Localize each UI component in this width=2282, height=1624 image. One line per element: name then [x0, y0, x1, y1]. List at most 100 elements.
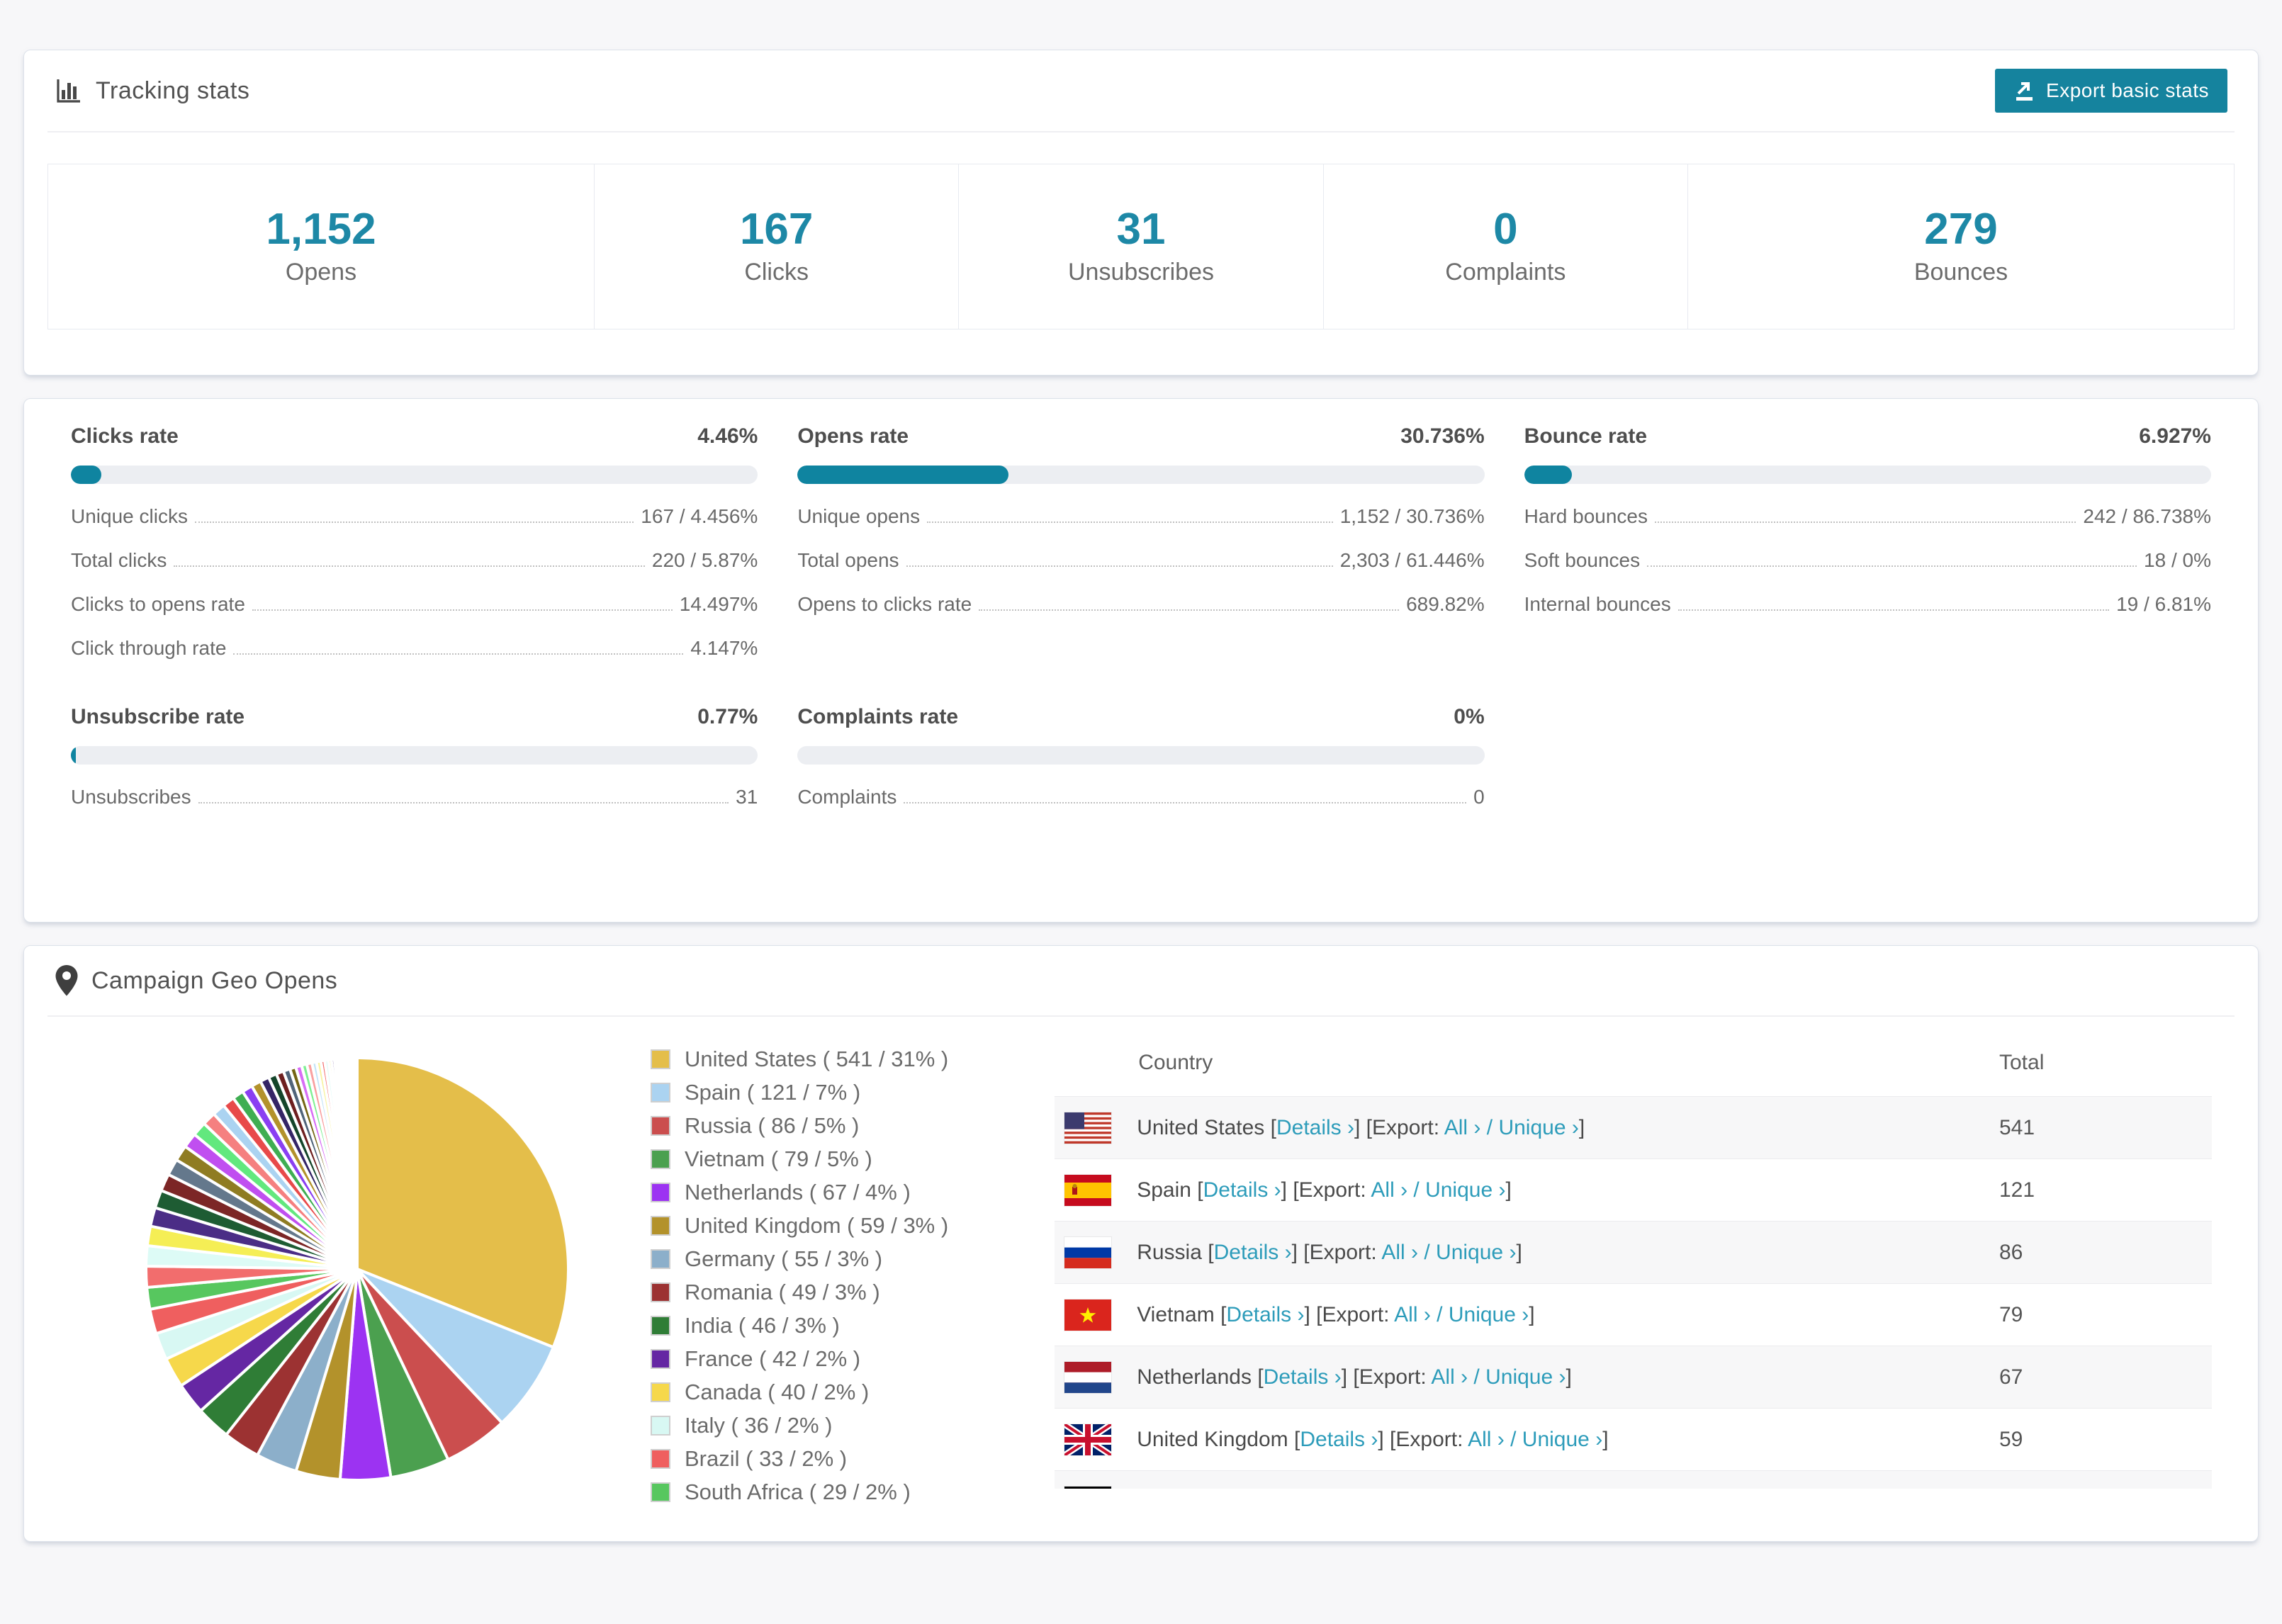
- legend-label: Netherlands ( 67 / 4% ): [685, 1180, 911, 1205]
- country-export-unique-link[interactable]: Unique ›: [1498, 1116, 1578, 1139]
- rate-detail-label: Unsubscribes: [71, 786, 191, 808]
- rate-title: Complaints rate: [797, 705, 959, 729]
- country-details-link[interactable]: Details ›: [1203, 1178, 1281, 1202]
- geo-opens-title: Campaign Geo Opens: [55, 964, 337, 997]
- rate-title: Unsubscribe rate: [71, 705, 245, 729]
- rate-progress-bar: [71, 746, 758, 765]
- rate-detail-label: Unique clicks: [71, 505, 188, 528]
- legend-label: Russia ( 86 / 5% ): [685, 1113, 860, 1139]
- stat-complaints: 0 Complaints: [1322, 164, 1688, 330]
- country-details-link[interactable]: Details ›: [1264, 1365, 1342, 1389]
- dotted-leader: [927, 521, 1333, 524]
- table-row-russia: Russia [Details ›] [Export: All › / Uniq…: [1055, 1221, 2212, 1284]
- country-export-unique-link[interactable]: Unique ›: [1522, 1428, 1602, 1451]
- bracket: ]: [1602, 1427, 1609, 1451]
- tracking-stats-title: Tracking stats: [55, 77, 249, 105]
- country-links-text: Vietnam [Details ›] [Export: All › / Uni…: [1137, 1303, 1534, 1327]
- map-pin-icon: [55, 965, 78, 996]
- geo-country-table: Country Total United States [Details ›] …: [1055, 1035, 2212, 1489]
- legend-label: United States ( 541 / 31% ): [685, 1047, 949, 1072]
- rate-progress-fill: [71, 466, 102, 485]
- es-flag-icon: [1064, 1174, 1112, 1206]
- country-details-link[interactable]: Details ›: [1276, 1116, 1354, 1139]
- legend-swatch: [651, 1349, 670, 1370]
- rate-detail-row-hard-bounces: Hard bounces 242 / 86.738%: [1524, 505, 2211, 528]
- stat-value: 0: [1493, 205, 1518, 254]
- rate-detail-label: Click through rate: [71, 637, 227, 660]
- country-details-link[interactable]: Details ›: [1300, 1428, 1378, 1451]
- pie-slice-other-50[interactable]: [354, 1056, 359, 1270]
- legend-swatch: [651, 1449, 670, 1470]
- rate-detail-value: 689.82%: [1406, 593, 1485, 616]
- rate-head: Clicks rate 4.46%: [71, 424, 758, 449]
- stats-summary: 1,152 Opens 167 Clicks 31 Unsubscribes 0 Compla…: [24, 132, 2258, 375]
- rate-detail-row-total-opens: Total opens 2,303 / 61.446%: [797, 549, 1484, 572]
- table-row-spain: Spain [Details ›] [Export: All › / Uniqu…: [1055, 1158, 2212, 1222]
- legend-swatch: [651, 1316, 670, 1336]
- stats-row: 1,152 Opens 167 Clicks 31 Unsubscribes 0 Compla…: [47, 164, 2235, 330]
- nl-flag-icon: [1064, 1361, 1112, 1393]
- country-details-link[interactable]: Details ›: [1214, 1241, 1292, 1264]
- legend-swatch: [651, 1183, 670, 1203]
- country-export-all-link[interactable]: All ›: [1394, 1303, 1431, 1326]
- table-row-netherlands: Netherlands [Details ›] [Export: All › /…: [1055, 1346, 2212, 1409]
- country-links-text: United Kingdom [Details ›] [Export: All …: [1137, 1428, 1608, 1452]
- country-export-all-link[interactable]: All ›: [1444, 1116, 1481, 1139]
- country-export-unique-link[interactable]: Unique ›: [1436, 1241, 1516, 1264]
- dashboard-page: Tracking stats Export basic stats 1,152 O…: [0, 0, 2282, 1624]
- legend-swatch: [651, 1249, 670, 1270]
- country-cell: Spain [Details ›] [Export: All › / Uniqu…: [1064, 1174, 1999, 1206]
- export-prefix: ] [Export:: [1378, 1427, 1468, 1451]
- dotted-leader: [252, 609, 673, 611]
- country-cell: Vietnam [Details ›] [Export: All › / Uni…: [1064, 1299, 1999, 1331]
- table-row-germany: Germany [Details ›] [Export: All › / Uni…: [1055, 1470, 2212, 1489]
- table-row-united-kingdom: United Kingdom [Details ›] [Export: All …: [1055, 1408, 2212, 1471]
- geo-opens-title-text: Campaign Geo Opens: [91, 966, 338, 994]
- rate-detail-row-internal-bounces: Internal bounces 19 / 6.81%: [1524, 593, 2211, 616]
- bracket: ]: [1505, 1178, 1512, 1202]
- legend-item-brazil: Brazil ( 33 / 2% ): [651, 1446, 948, 1472]
- country-export-all-link[interactable]: All ›: [1431, 1365, 1468, 1389]
- export-prefix: ] [Export:: [1281, 1178, 1371, 1202]
- country-links-text: United States [Details ›] [Export: All ›…: [1137, 1116, 1585, 1140]
- country-total-value: 67: [1999, 1365, 2023, 1389]
- stat-opens: 1,152 Opens: [47, 164, 595, 330]
- geo-pie-container: [123, 1035, 591, 1506]
- dotted-leader: [1647, 565, 2137, 568]
- dotted-leader: [194, 521, 634, 524]
- rate-title: Bounce rate: [1524, 424, 1648, 449]
- legend-swatch: [651, 1116, 670, 1137]
- rate-head: Bounce rate 6.927%: [1524, 424, 2211, 449]
- geo-table-wrap: Country Total United States [Details ›] …: [1055, 1035, 2212, 1489]
- rate-head: Unsubscribe rate 0.77%: [71, 705, 758, 729]
- link-separator: /: [1480, 1115, 1499, 1139]
- country-column-header: Country: [1138, 1051, 1213, 1075]
- rate-detail-value: 19 / 6.81%: [2116, 593, 2211, 616]
- country-total-value: 541: [1999, 1115, 2035, 1139]
- country-export-all-link[interactable]: All ›: [1381, 1241, 1418, 1264]
- country-total-value: 59: [1999, 1427, 2023, 1451]
- legend-item-united-states: United States ( 541 / 31% ): [651, 1047, 948, 1072]
- country-export-unique-link[interactable]: Unique ›: [1485, 1365, 1566, 1389]
- pie-legend: United States ( 541 / 31% ) Spain ( 121 /…: [651, 1035, 948, 1513]
- legend-item-netherlands: Netherlands ( 67 / 4% ): [651, 1180, 948, 1205]
- country-export-unique-link[interactable]: Unique ›: [1449, 1303, 1529, 1326]
- link-separator: /: [1430, 1302, 1449, 1326]
- geo-opens-pie-chart: [145, 1056, 570, 1482]
- stat-value: 31: [1116, 205, 1166, 254]
- country-export-all-link[interactable]: All ›: [1468, 1428, 1505, 1451]
- legend-swatch: [651, 1149, 670, 1170]
- tracking-stats-card: Tracking stats Export basic stats 1,152 O…: [23, 50, 2259, 376]
- legend-item-canada: Canada ( 40 / 2% ): [651, 1380, 948, 1405]
- export-basic-stats-button[interactable]: Export basic stats: [1995, 69, 2227, 113]
- export-prefix: ] [Export:: [1354, 1115, 1444, 1139]
- us-flag-icon: [1064, 1112, 1112, 1144]
- country-export-all-link[interactable]: All ›: [1371, 1178, 1407, 1202]
- bracket: ]: [1529, 1302, 1535, 1326]
- country-export-unique-link[interactable]: Unique ›: [1425, 1178, 1505, 1202]
- bar-chart-icon: [57, 79, 80, 103]
- country-details-link[interactable]: Details ›: [1226, 1303, 1304, 1326]
- tracking-stats-title-text: Tracking stats: [96, 77, 250, 104]
- legend-label: France ( 42 / 2% ): [685, 1346, 861, 1372]
- rate-head: Complaints rate 0%: [797, 705, 1484, 729]
